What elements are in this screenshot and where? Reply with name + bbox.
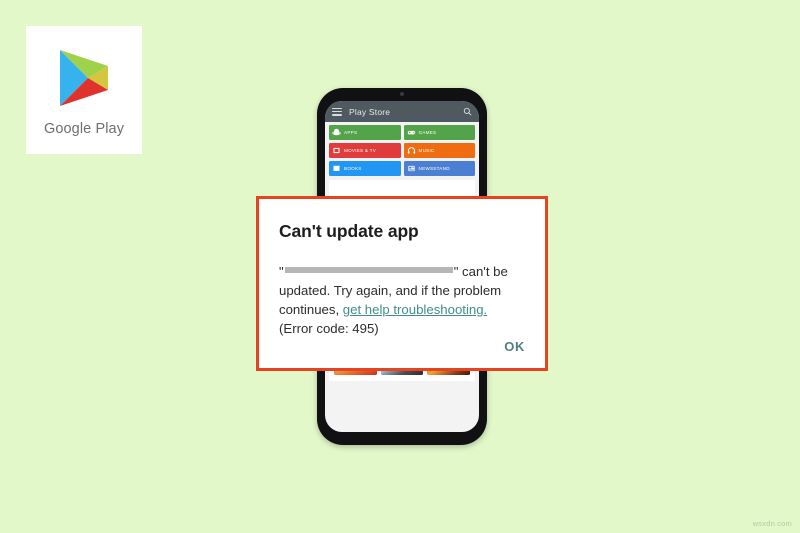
dialog-ok-button[interactable]: OK — [504, 339, 525, 354]
dialog-message: " " can't be updated. Try again, and if t… — [279, 262, 525, 338]
google-play-logo-card: Google Play — [26, 26, 142, 154]
gamepad-icon — [407, 128, 416, 137]
category-tile-newsstand[interactable]: NEWSSTAND — [403, 161, 475, 176]
newspaper-icon — [407, 164, 416, 173]
cant-update-app-dialog: Can't update app " " can't be updated. Tr… — [256, 196, 548, 371]
google-play-triangle-icon — [60, 49, 108, 106]
play-store-title: Play Store — [349, 106, 391, 117]
redacted-app-name-bar — [284, 267, 453, 273]
hamburger-icon[interactable] — [332, 107, 342, 116]
android-robot-icon — [332, 128, 341, 137]
category-tile-label: MOVIES & TV — [344, 148, 377, 153]
category-tile-games[interactable]: GAMES — [403, 125, 475, 140]
category-tile-label: NEWSSTAND — [418, 166, 450, 171]
category-tile-books[interactable]: BOOKS — [329, 161, 401, 176]
phone-camera-dot — [400, 91, 404, 96]
dialog-title: Can't update app — [279, 221, 419, 241]
google-play-logo-text: Google Play — [43, 120, 125, 137]
category-tile-label: APPS — [344, 130, 358, 135]
get-help-troubleshooting-link[interactable]: get help troubleshooting. — [343, 302, 487, 317]
dialog-quote-open: " — [279, 264, 284, 279]
category-tile-label: GAMES — [418, 130, 437, 135]
category-tile-label: MUSIC — [418, 148, 435, 153]
category-tile-grid: APPS GAMES MOVIES & TV MUSIC BOOKS NEWSS… — [325, 122, 479, 176]
category-tile-movies-tv[interactable]: MOVIES & TV — [329, 143, 401, 158]
search-icon[interactable] — [463, 107, 472, 116]
headphones-icon — [407, 146, 416, 155]
watermark: wsxdn.com — [752, 519, 792, 528]
film-clapper-icon — [332, 146, 341, 155]
play-store-appbar: Play Store — [325, 101, 479, 122]
category-tile-music[interactable]: MUSIC — [403, 143, 475, 158]
category-tile-apps[interactable]: APPS — [329, 125, 401, 140]
book-icon — [332, 164, 341, 173]
dialog-error-code: (Error code: 495) — [279, 321, 379, 336]
category-tile-label: BOOKS — [344, 166, 362, 171]
